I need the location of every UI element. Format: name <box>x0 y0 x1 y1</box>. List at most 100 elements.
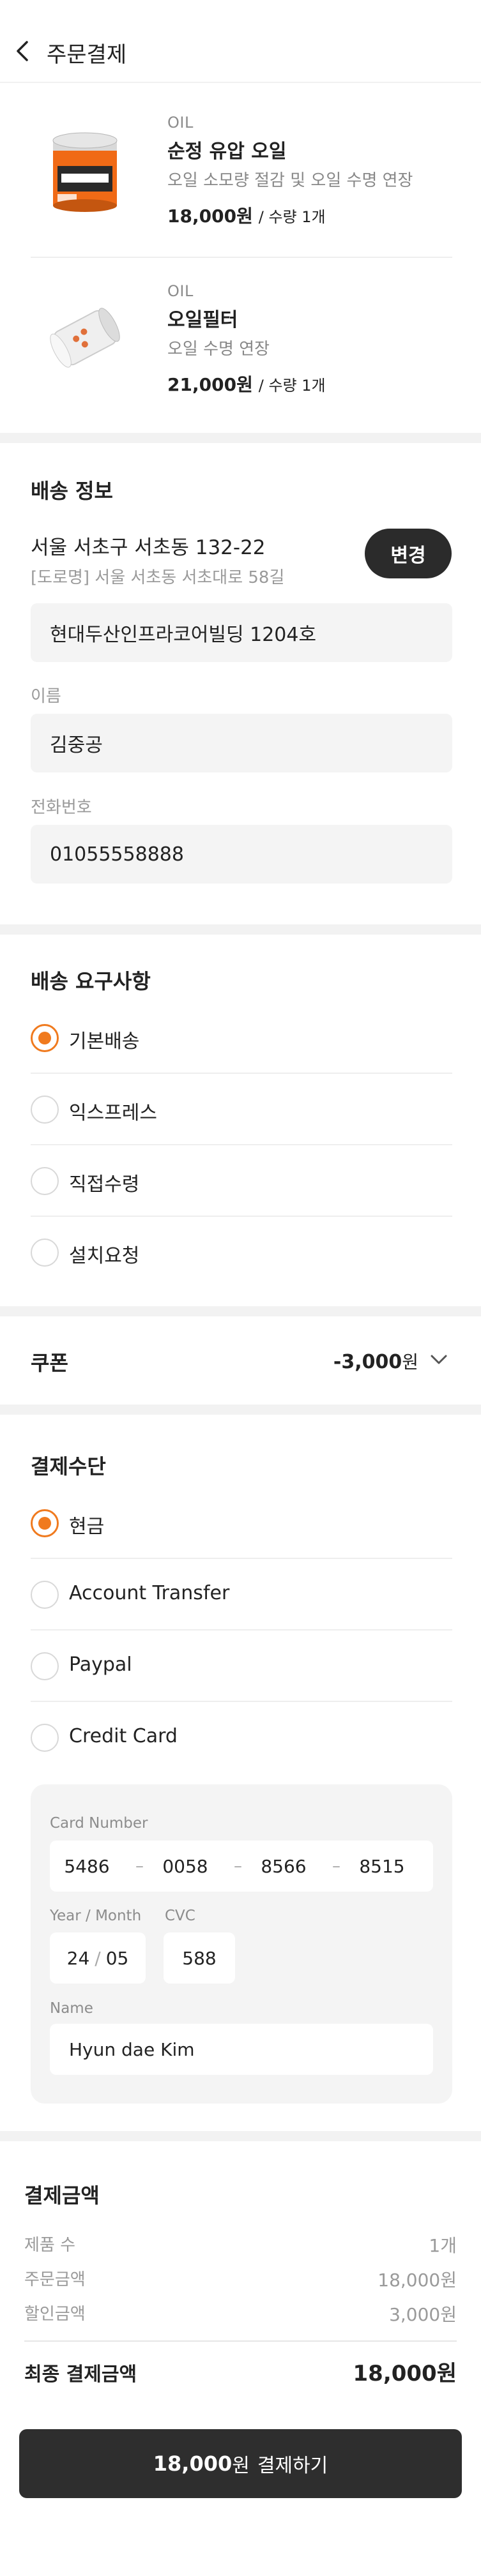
divider <box>31 257 452 258</box>
product-description: 오일 수명 연장 <box>167 340 270 359</box>
section-separator <box>0 1306 481 1316</box>
payment-option-account-transfer[interactable]: Account Transfer <box>31 1559 452 1631</box>
card-number-dash: – <box>234 1857 242 1876</box>
order-item: OIL 순정 유압 오일 오일 소모량 절감 및 오일 수명 연장 18,000… <box>0 107 481 260</box>
delivery-option-label: 설치요청 <box>69 1245 140 1267</box>
card-details-panel: Card Number 5486 – 0058 – 8566 – 8515 Ye… <box>31 1784 452 2104</box>
product-name: 오일필터 <box>167 309 238 331</box>
card-number-dash: – <box>135 1857 144 1876</box>
section-separator <box>0 2131 481 2141</box>
payment-option-label: Paypal <box>69 1653 132 1676</box>
chevron-down-icon[interactable] <box>429 1352 448 1367</box>
expiry-label: Year / Month <box>50 1908 142 1924</box>
section-separator <box>0 433 481 443</box>
price-amount: 21,000 <box>167 374 237 395</box>
pay-button-unit: 원 <box>232 2455 250 2477</box>
price-unit: 원 <box>236 206 253 227</box>
payment-option-credit-card[interactable]: Credit Card <box>31 1702 452 1774</box>
final-amount-value: 18,000원 <box>353 2361 457 2386</box>
card-number-part: 0058 <box>162 1855 208 1877</box>
oil-can-image <box>52 132 118 212</box>
coupon-title: 쿠폰 <box>31 1351 68 1375</box>
radio-selected-icon[interactable] <box>31 1024 59 1052</box>
phone-field[interactable]: 01055558888 <box>31 825 452 884</box>
shipping-address: 서울 서초구 서초동 132-22 <box>31 536 266 559</box>
chevron-left-icon[interactable] <box>11 37 34 65</box>
coupon-amount: -3,000 <box>333 1351 402 1373</box>
pay-button-label: 결제하기 <box>257 2455 328 2477</box>
expiry-separator: / <box>95 1947 101 1969</box>
road-address: [도로명] 서울 서초동 서초대로 58길 <box>31 568 285 587</box>
coupon-row[interactable]: 쿠폰 -3,000원 <box>0 1316 481 1405</box>
shipping-section-title: 배송 정보 <box>31 479 113 503</box>
radio-unselected-icon[interactable] <box>31 1167 59 1195</box>
delivery-option-express[interactable]: 익스프레스 <box>31 1074 452 1145</box>
final-amount-label: 최종 결제금액 <box>24 2363 137 2386</box>
divider <box>24 2340 457 2342</box>
expiry-year: 24 <box>66 1947 90 1969</box>
pay-button[interactable]: 18,000 원 결제하기 <box>19 2429 462 2498</box>
summary-value: 1개 <box>429 2235 457 2256</box>
summary-title: 결제금액 <box>24 2183 100 2208</box>
radio-unselected-icon[interactable] <box>31 1652 59 1680</box>
price-unit: 원 <box>236 374 253 395</box>
delivery-option-label: 직접수령 <box>69 1173 140 1196</box>
cvc-label: CVC <box>165 1908 195 1924</box>
summary-label: 할인금액 <box>24 2305 86 2324</box>
radio-unselected-icon[interactable] <box>31 1239 59 1267</box>
product-quantity: / 수량 1개 <box>258 377 326 395</box>
change-address-button[interactable]: 변경 <box>365 529 452 578</box>
product-category: OIL <box>167 114 194 132</box>
radio-unselected-icon[interactable] <box>31 1724 59 1752</box>
delivery-option-pickup[interactable]: 직접수령 <box>31 1145 452 1217</box>
delivery-option-installation[interactable]: 설치요청 <box>31 1217 452 1288</box>
payment-option-paypal[interactable]: Paypal <box>31 1631 452 1702</box>
section-separator <box>0 1405 481 1415</box>
card-number-part: 8515 <box>359 1855 405 1877</box>
payment-option-label: 현금 <box>69 1516 105 1538</box>
radio-unselected-icon[interactable] <box>31 1581 59 1609</box>
delivery-option-label: 기본배송 <box>69 1030 140 1053</box>
section-separator <box>0 924 481 935</box>
card-number-part: 8566 <box>261 1855 307 1877</box>
detail-address-field[interactable]: 현대두산인프라코어빌딩 1204호 <box>31 603 452 662</box>
card-number-dash: – <box>332 1857 340 1876</box>
oil-filter-image <box>50 308 120 368</box>
product-price: 18,000원 / 수량 1개 <box>167 202 413 228</box>
cvc-input[interactable]: 588 <box>164 1932 235 1984</box>
payment-option-cash[interactable]: 현금 <box>31 1488 452 1559</box>
coupon-value: -3,000원 <box>333 1348 418 1374</box>
payment-option-label: Account Transfer <box>69 1582 230 1604</box>
price-amount: 18,000 <box>167 206 237 227</box>
pay-button-amount: 18,000 <box>153 2452 233 2476</box>
product-description: 오일 소모량 절감 및 오일 수명 연장 <box>167 171 413 190</box>
expiry-input[interactable]: 24 / 05 <box>50 1932 146 1984</box>
radio-selected-icon[interactable] <box>31 1509 59 1537</box>
coupon-unit: 원 <box>402 1352 418 1373</box>
product-price: 21,000원 / 수량 1개 <box>167 371 326 396</box>
product-category: OIL <box>167 282 194 300</box>
page-title: 주문결제 <box>47 42 127 68</box>
order-item: OIL 오일필터 오일 수명 연장 21,000원 / 수량 1개 <box>0 273 481 426</box>
cardholder-name-input[interactable]: Hyun dae Kim <box>50 2024 433 2075</box>
card-number-input[interactable]: 5486 – 0058 – 8566 – 8515 <box>50 1841 433 1892</box>
card-number-part: 5486 <box>64 1855 110 1877</box>
name-field[interactable]: 김중공 <box>31 714 452 772</box>
name-label: 이름 <box>31 687 61 706</box>
product-name: 순정 유압 오일 <box>167 140 287 163</box>
expiry-month: 05 <box>105 1947 129 1969</box>
cardholder-name-label: Name <box>50 2000 93 2017</box>
summary-value: 3,000원 <box>389 2304 457 2325</box>
radio-unselected-icon[interactable] <box>31 1096 59 1124</box>
delivery-section-title: 배송 요구사항 <box>31 969 151 993</box>
summary-label: 제품 수 <box>24 2236 76 2255</box>
payment-option-label: Credit Card <box>69 1725 178 1747</box>
summary-label: 주문금액 <box>24 2270 86 2289</box>
product-quantity: / 수량 1개 <box>258 208 326 226</box>
delivery-option-standard[interactable]: 기본배송 <box>31 1002 452 1074</box>
payment-section-title: 결제수단 <box>31 1454 106 1479</box>
top-app-bar: 주문결제 <box>0 0 481 83</box>
delivery-option-label: 익스프레스 <box>69 1102 157 1124</box>
summary-value: 18,000원 <box>378 2270 457 2291</box>
phone-label: 전화번호 <box>31 798 92 817</box>
